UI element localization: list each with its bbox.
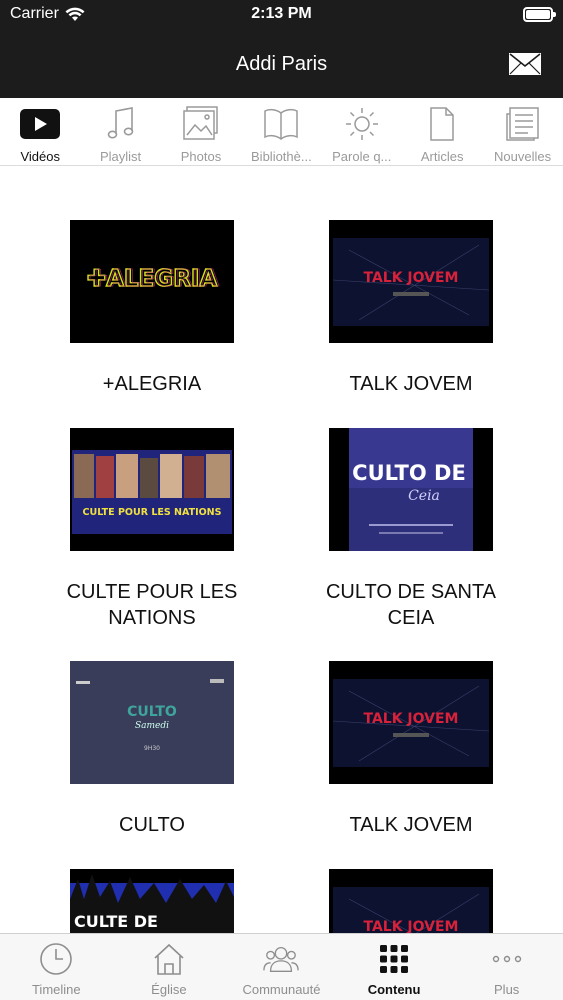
clock-icon [38, 941, 74, 977]
tab-articles[interactable]: Articles [402, 98, 482, 166]
video-title: TALK JOVEM [349, 373, 473, 395]
tab-label: Contenu [367, 982, 421, 997]
category-tabs: Vidéos Playlist Photos Bibliothè... Paro… [0, 98, 563, 166]
thumb-text-3: 9H30 [144, 745, 160, 752]
thumb-text-2: Samedi [135, 721, 169, 731]
video-card[interactable]: CULTE DE [42, 869, 262, 933]
book-icon [259, 104, 303, 144]
thumb-text-glow: ✚ALEGRIA [89, 266, 220, 292]
news-icon [501, 104, 545, 144]
video-title: CULTO [119, 814, 185, 836]
tab-label: Playlist [99, 149, 142, 164]
status-time: 2:13 PM [251, 5, 312, 22]
tab-content[interactable]: Contenu [338, 934, 451, 1000]
battery-icon [523, 7, 556, 22]
tab-label: Timeline [31, 982, 81, 997]
photos-icon [179, 104, 223, 144]
thumb-text: CULTE DE [74, 912, 158, 931]
video-card[interactable]: CULTO DE Ceia CULTO DE SANTA CEIA [301, 428, 521, 631]
tab-label: Photos [180, 149, 222, 164]
envelope-icon[interactable] [509, 53, 541, 75]
top-bar: Carrier 2:13 PM Addi Paris [0, 0, 563, 98]
church-icon [151, 941, 187, 977]
sun-icon [340, 104, 384, 144]
tab-label: Plus [494, 982, 520, 997]
tab-label: Communauté [242, 982, 321, 997]
play-icon [18, 104, 62, 144]
tab-label: Église [151, 982, 187, 997]
video-card[interactable]: CULTE POUR LES NATIONS CULTE POUR LES NA… [42, 428, 262, 631]
video-card[interactable]: TALK JOVEM TALK JOVEM [301, 661, 521, 838]
video-card[interactable]: CULTO Samedi 9H30 CULTO [42, 661, 262, 838]
tab-library[interactable]: Bibliothè... [241, 98, 321, 166]
tab-label: Vidéos [20, 149, 60, 164]
thumb-text-2: Ceia [408, 488, 440, 504]
video-thumbnail: CULTE DE [70, 869, 234, 933]
video-thumbnail: ✚ALEGRIA ✚ALEGRIA [70, 220, 234, 343]
music-note-icon [99, 104, 143, 144]
thumb-text: CULTO DE [352, 461, 466, 485]
tab-label: Articles [420, 149, 464, 164]
thumb-text: TALK JOVEM [363, 270, 458, 286]
tab-videos[interactable]: Vidéos [0, 98, 80, 166]
tab-label: Nouvelles [493, 149, 552, 164]
tab-news[interactable]: Nouvelles [482, 98, 562, 166]
tab-word[interactable]: Parole q... [322, 98, 402, 166]
tab-more[interactable]: Plus [450, 934, 563, 1000]
navigation-bar: Addi Paris [0, 40, 563, 94]
people-icon [263, 941, 300, 977]
thumb-text: CULTE POUR LES NATIONS [83, 507, 222, 518]
video-thumbnail: TALK JOVEM [329, 661, 493, 784]
status-bar: Carrier 2:13 PM [0, 0, 563, 30]
page-title: Addi Paris [235, 53, 328, 75]
video-title: TALK JOVEM [349, 814, 473, 836]
video-thumbnail: CULTO DE Ceia [329, 428, 493, 551]
video-thumbnail: CULTO Samedi 9H30 [70, 661, 234, 784]
video-title: CULTE POUR LES NATIONS [66, 581, 238, 629]
document-icon [420, 104, 464, 144]
bottom-tab-bar: Timeline Église Communauté Contenu Plus [0, 933, 563, 1000]
video-thumbnail: TALK JOVEM [329, 869, 493, 933]
tab-church[interactable]: Église [113, 934, 226, 1000]
video-card[interactable]: TALK JOVEM [301, 869, 521, 933]
thumb-text: TALK JOVEM [363, 919, 458, 933]
thumb-text: TALK JOVEM [363, 711, 458, 727]
tab-community[interactable]: Communauté [225, 934, 338, 1000]
grid-icon [376, 941, 412, 977]
thumb-text: CULTO [127, 704, 177, 720]
tab-photos[interactable]: Photos [161, 98, 241, 166]
tab-label: Parole q... [332, 149, 392, 164]
video-title: CULTO DE SANTA CEIA [325, 581, 497, 629]
video-card[interactable]: TALK JOVEM TALK JOVEM [301, 220, 521, 397]
video-grid: ✚ALEGRIA ✚ALEGRIA +ALEGRIA TALK JOVEM TA… [0, 167, 563, 933]
more-icon [489, 941, 525, 977]
video-card[interactable]: ✚ALEGRIA ✚ALEGRIA +ALEGRIA [42, 220, 262, 397]
tab-playlist[interactable]: Playlist [80, 98, 160, 166]
video-thumbnail: CULTE POUR LES NATIONS [70, 428, 234, 551]
video-title: +ALEGRIA [102, 373, 202, 395]
tab-label: Bibliothè... [251, 149, 312, 164]
tab-timeline[interactable]: Timeline [0, 934, 113, 1000]
video-thumbnail: TALK JOVEM [329, 220, 493, 343]
